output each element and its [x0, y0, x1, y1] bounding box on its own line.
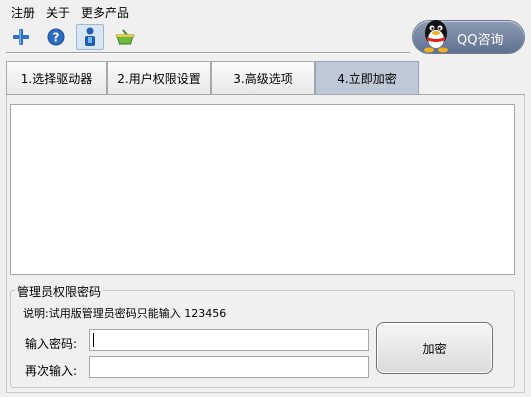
password-label: 输入密码:: [25, 337, 78, 351]
menu-more-products[interactable]: 更多产品: [81, 4, 129, 21]
tab-encrypt-now[interactable]: 4.立即加密: [315, 61, 419, 94]
confirm-password-label: 再次输入:: [25, 364, 78, 378]
add-button[interactable]: [7, 24, 35, 50]
confirm-password-field[interactable]: [89, 356, 369, 378]
toolbar-separator: [6, 52, 410, 53]
log-area[interactable]: [10, 104, 515, 275]
password-field[interactable]: [89, 329, 369, 351]
qq-penguin-icon: [424, 20, 448, 53]
tab-select-drive[interactable]: 1.选择驱动器: [6, 61, 107, 94]
svg-text:?: ?: [53, 31, 60, 45]
menu-about[interactable]: 关于: [46, 4, 70, 21]
toolbar: ?: [0, 24, 410, 52]
menu-register[interactable]: 注册: [11, 4, 35, 21]
tab-user-permissions[interactable]: 2.用户权限设置: [107, 61, 211, 94]
help-icon: ?: [47, 28, 65, 46]
menu-bar: 注册 关于 更多产品: [0, 0, 531, 22]
basket-icon: [115, 29, 135, 45]
help-button[interactable]: ?: [42, 24, 70, 50]
text-caret: [93, 333, 94, 347]
group-title: 管理员权限密码: [15, 283, 104, 300]
qq-consult-button[interactable]: QQ咨询: [413, 20, 524, 53]
encrypt-button[interactable]: 加密: [376, 322, 493, 374]
trial-note: 说明:试用版管理员密码只能输入 123456: [23, 307, 227, 320]
add-icon: [13, 29, 29, 45]
basket-button[interactable]: [111, 24, 139, 50]
tab-advanced-options[interactable]: 3.高级选项: [211, 61, 315, 94]
qq-consult-label: QQ咨询: [457, 33, 504, 48]
user-button[interactable]: [76, 24, 104, 50]
user-icon: [85, 27, 95, 46]
